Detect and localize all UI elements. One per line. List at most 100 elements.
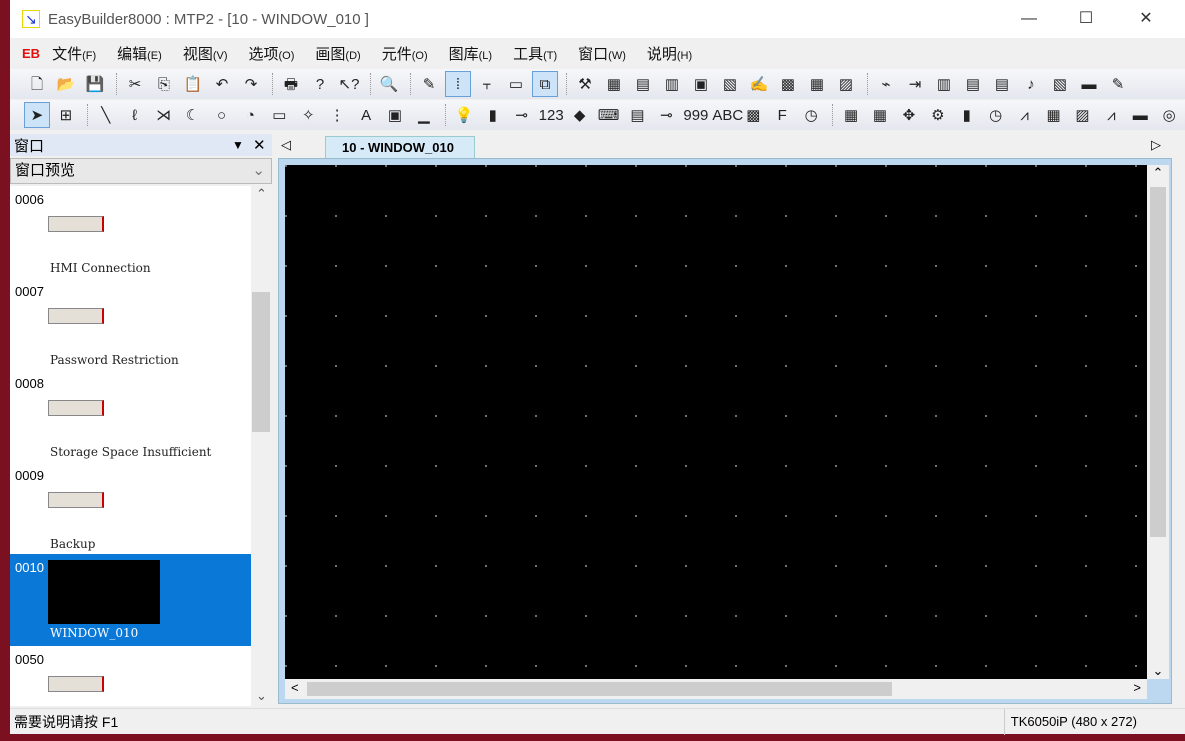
- menu-6[interactable]: 图库(L): [449, 46, 492, 63]
- print-icon[interactable]: 🖶: [278, 71, 304, 97]
- window-icon[interactable]: ▭: [503, 71, 529, 97]
- cross-icon[interactable]: ⋊: [151, 102, 177, 128]
- report-icon[interactable]: ▧: [1047, 71, 1073, 97]
- scroll-thumb[interactable]: [252, 292, 270, 432]
- import-icon[interactable]: ⇥: [902, 71, 928, 97]
- bulb-icon[interactable]: 💡: [451, 102, 477, 128]
- hscroll-thumb[interactable]: [307, 682, 892, 696]
- arc-icon[interactable]: ☾: [180, 102, 206, 128]
- slider-icon[interactable]: ⊸: [653, 102, 679, 128]
- tab-scroll-left-icon[interactable]: ◁: [281, 137, 291, 153]
- list-icon[interactable]: ▤: [960, 71, 986, 97]
- online-icon[interactable]: ▣: [688, 71, 714, 97]
- sound-icon[interactable]: ♪: [1018, 71, 1044, 97]
- menu-4[interactable]: 画图(D): [315, 46, 360, 63]
- pen-icon[interactable]: ✎: [416, 71, 442, 97]
- list-item[interactable]: 0050: [10, 646, 251, 706]
- menu-9[interactable]: 说明(H): [647, 46, 692, 63]
- new-icon[interactable]: 🗋: [24, 71, 50, 97]
- simulate-icon[interactable]: ▤: [630, 71, 656, 97]
- meter-icon[interactable]: ◷: [983, 102, 1009, 128]
- rectangle-icon[interactable]: ▭: [266, 102, 292, 128]
- list-item[interactable]: 0008 Storage Space Insufficient: [10, 370, 251, 462]
- word-icon[interactable]: ◆: [567, 102, 593, 128]
- download-icon[interactable]: ▥: [659, 71, 685, 97]
- table-icon[interactable]: ▦: [804, 71, 830, 97]
- label-icon[interactable]: ✍: [746, 71, 772, 97]
- grid-icon[interactable]: ⁞: [445, 71, 471, 97]
- menu-2[interactable]: 视图(V): [183, 46, 228, 63]
- compile-icon[interactable]: ▦: [601, 71, 627, 97]
- vscroll-thumb[interactable]: [1150, 187, 1166, 537]
- combo-icon[interactable]: ▬: [1127, 102, 1153, 128]
- pie-icon[interactable]: ◔: [237, 102, 263, 128]
- find-icon[interactable]: 🔍: [376, 71, 402, 97]
- trend-icon[interactable]: ⩘: [1012, 102, 1038, 128]
- text-icon[interactable]: A: [353, 102, 379, 128]
- canvas-hscrollbar[interactable]: < >: [285, 679, 1147, 699]
- property-icon[interactable]: ⊞: [53, 102, 79, 128]
- star-icon[interactable]: ✧: [295, 102, 321, 128]
- menu-0[interactable]: 文件(F): [52, 46, 96, 63]
- message-icon[interactable]: ▬: [1076, 71, 1102, 97]
- list-item[interactable]: 0010 WINDOW_010: [10, 554, 251, 646]
- function-key-icon[interactable]: F: [769, 102, 795, 128]
- close-button[interactable]: ✕: [1123, 0, 1169, 38]
- ascii-icon[interactable]: ABC: [711, 102, 743, 128]
- recipe-icon[interactable]: ▨: [833, 71, 859, 97]
- view-dropdown[interactable]: 窗口预览 ⌄: [10, 158, 272, 184]
- data-icon[interactable]: ▤: [989, 71, 1015, 97]
- line-icon[interactable]: ╲: [93, 102, 119, 128]
- tab-window-010[interactable]: 10 - WINDOW_010 ✕: [325, 136, 475, 177]
- scroll-down-icon[interactable]: ⌄: [251, 688, 272, 704]
- menu-8[interactable]: 窗口(W): [578, 46, 626, 63]
- input-icon[interactable]: ▤: [625, 102, 651, 128]
- clock-icon[interactable]: ◷: [798, 102, 824, 128]
- event-icon[interactable]: ▦: [867, 102, 893, 128]
- number-display-icon[interactable]: 999: [682, 102, 708, 128]
- history-icon[interactable]: ▦: [1041, 102, 1067, 128]
- scroll-up-icon[interactable]: ⌃: [1147, 165, 1169, 181]
- minimize-button[interactable]: —: [1006, 0, 1052, 38]
- menu-5[interactable]: 元件(O): [382, 46, 428, 63]
- list-scrollbar[interactable]: ⌃ ⌄: [251, 186, 272, 706]
- edit-icon[interactable]: ✎: [1105, 71, 1131, 97]
- redo-icon[interactable]: ↷: [238, 71, 264, 97]
- open-icon[interactable]: 📂: [53, 71, 79, 97]
- help-icon[interactable]: ?: [307, 71, 333, 97]
- select-icon[interactable]: ➤: [24, 102, 50, 128]
- macro-icon[interactable]: ▧: [717, 71, 743, 97]
- save-icon[interactable]: 💾: [82, 71, 108, 97]
- animation-icon[interactable]: ⚙: [925, 102, 951, 128]
- design-canvas[interactable]: [285, 165, 1147, 679]
- copy-icon[interactable]: ⎘: [151, 71, 177, 97]
- list-item[interactable]: 0009 Backup: [10, 462, 251, 554]
- xy-plot-icon[interactable]: ⩘: [1098, 102, 1124, 128]
- user-icon[interactable]: ◎: [1156, 102, 1182, 128]
- pin-icon[interactable]: ▼: [232, 138, 244, 152]
- bit-switch-icon[interactable]: ⊸: [509, 102, 535, 128]
- polyline-icon[interactable]: ℓ: [122, 102, 148, 128]
- maximize-button[interactable]: ☐: [1063, 0, 1109, 38]
- scale-icon[interactable]: ⋮: [324, 102, 350, 128]
- plug-icon[interactable]: ⌁: [873, 71, 899, 97]
- numeric-icon[interactable]: 123: [538, 102, 564, 128]
- undo-icon[interactable]: ↶: [209, 71, 235, 97]
- bar-chart-icon[interactable]: ▮: [954, 102, 980, 128]
- overlap-icon[interactable]: ⧉: [532, 71, 558, 97]
- scroll-up-icon[interactable]: ⌃: [251, 186, 272, 202]
- scroll-down-icon[interactable]: ⌄: [1147, 663, 1169, 679]
- menu-1[interactable]: 编辑(E): [117, 46, 162, 63]
- picture-view-icon[interactable]: ▨: [1070, 102, 1096, 128]
- context-help-icon[interactable]: ↖?: [336, 71, 362, 97]
- library-icon[interactable]: ▥: [931, 71, 957, 97]
- panel-close-icon[interactable]: ✕: [253, 136, 266, 154]
- frame-icon[interactable]: ▁: [411, 102, 437, 128]
- circle-icon[interactable]: ○: [209, 102, 235, 128]
- address-icon[interactable]: ▩: [775, 71, 801, 97]
- cut-icon[interactable]: ✂: [122, 71, 148, 97]
- bitmap-icon[interactable]: ▩: [740, 102, 766, 128]
- canvas-vscrollbar[interactable]: ⌃ ⌄: [1147, 165, 1169, 679]
- keypad-icon[interactable]: ⌨: [596, 102, 622, 128]
- move-icon[interactable]: ✥: [896, 102, 922, 128]
